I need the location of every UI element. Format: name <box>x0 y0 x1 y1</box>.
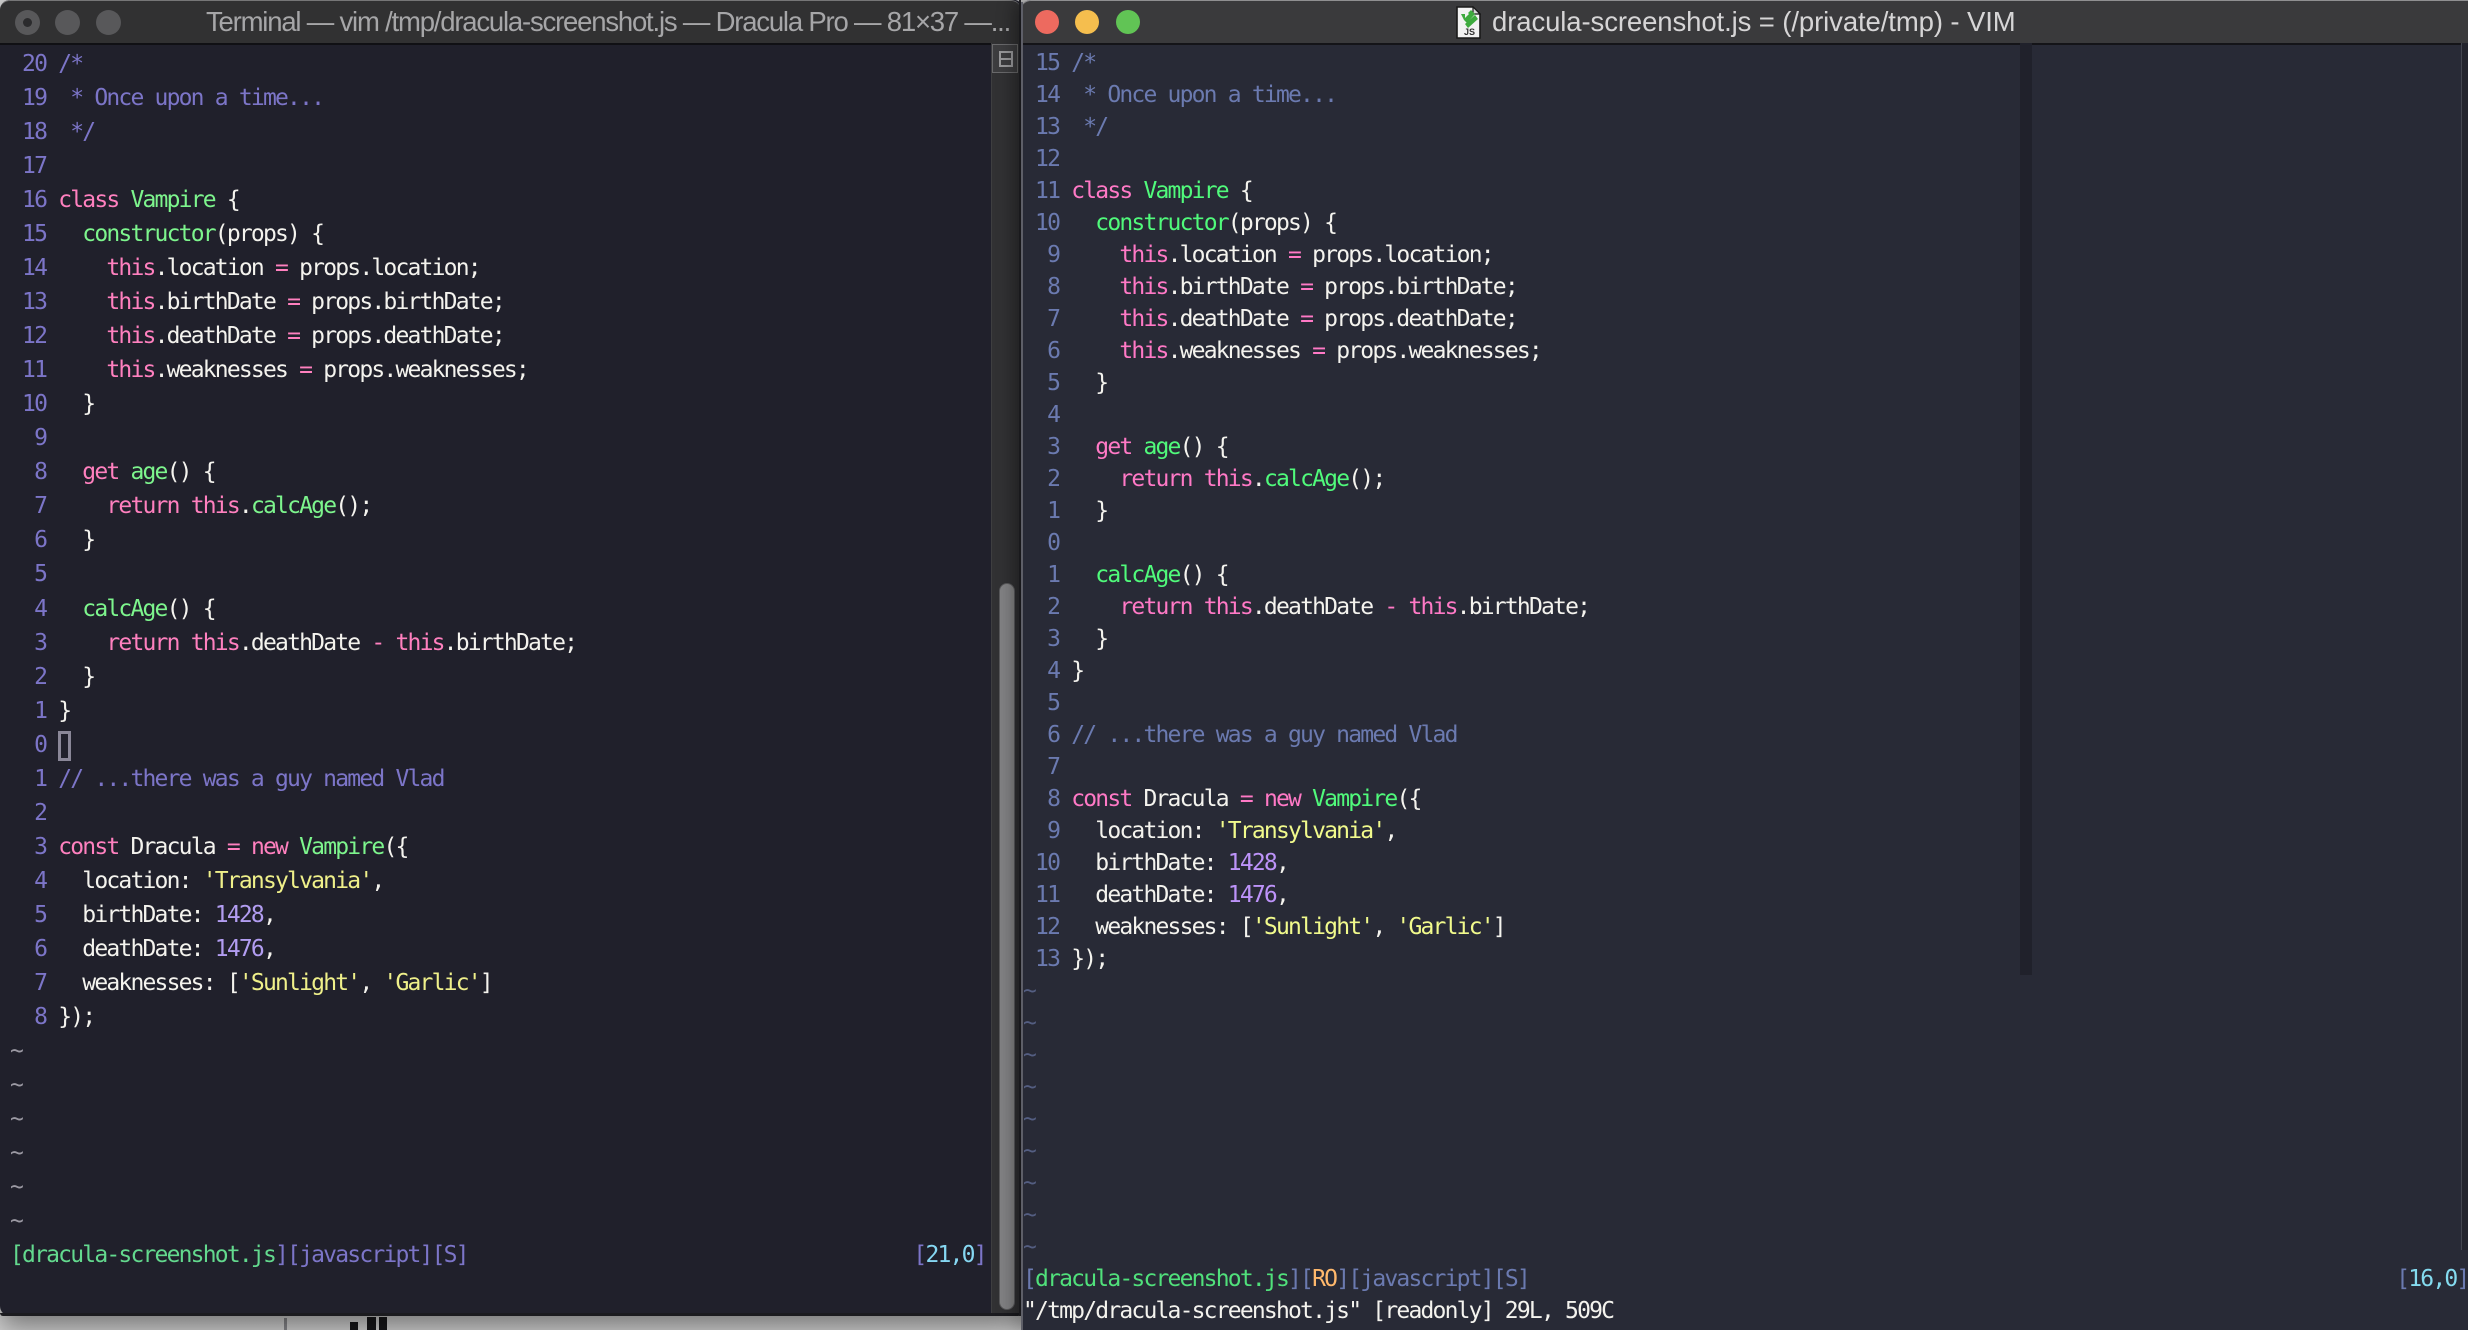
svg-text:JS: JS <box>1464 27 1475 37</box>
